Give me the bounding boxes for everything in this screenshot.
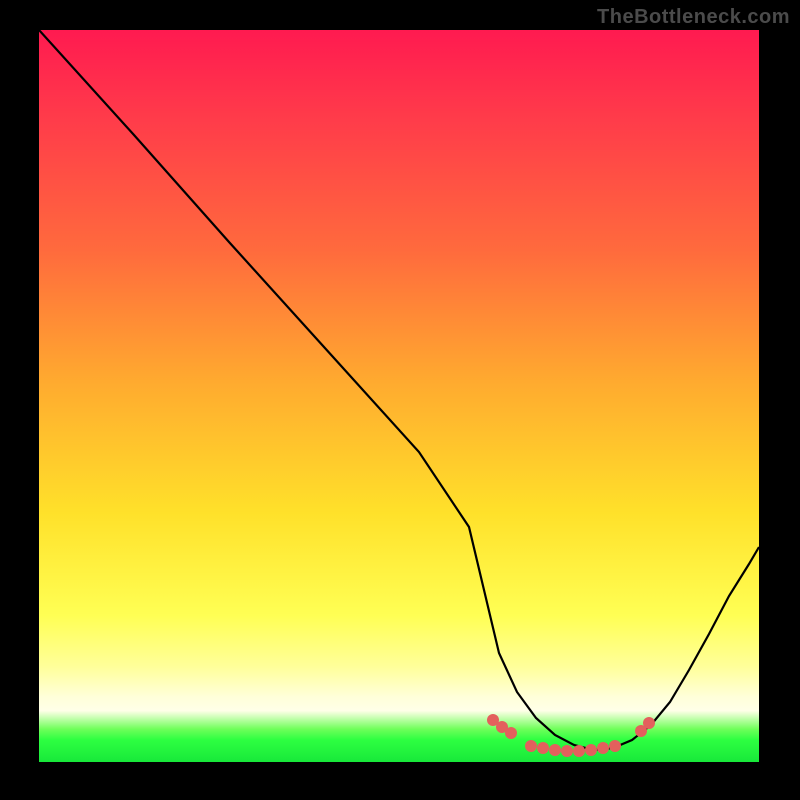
dot-icon (585, 744, 597, 756)
dot-icon (597, 742, 609, 754)
chart-frame: TheBottleneck.com (0, 0, 800, 800)
highlight-dots (487, 714, 655, 757)
dot-icon (549, 744, 561, 756)
dot-icon (643, 717, 655, 729)
dot-icon (609, 740, 621, 752)
dot-icon (537, 742, 549, 754)
bottleneck-curve (39, 30, 759, 750)
dot-icon (561, 745, 573, 757)
curve-layer (39, 30, 759, 762)
dot-icon (525, 740, 537, 752)
plot-area (39, 30, 759, 762)
dot-icon (573, 745, 585, 757)
dot-icon (505, 727, 517, 739)
watermark-text: TheBottleneck.com (597, 6, 790, 29)
